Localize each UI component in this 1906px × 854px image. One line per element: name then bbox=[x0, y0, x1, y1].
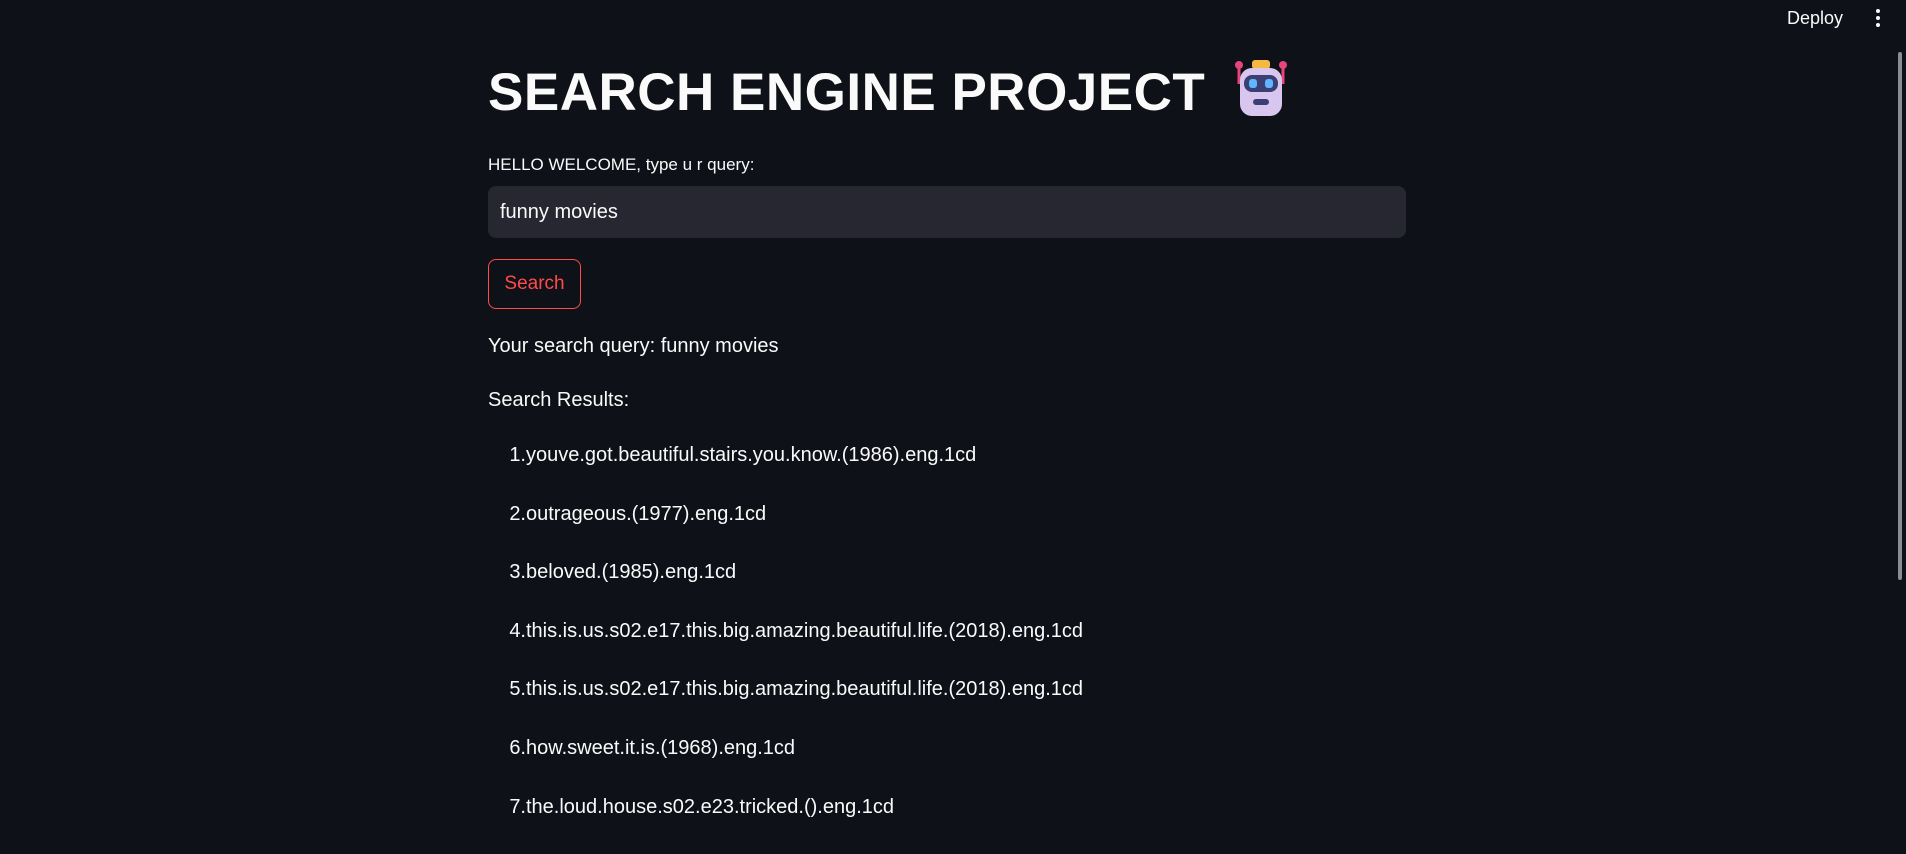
list-item-number: 6. bbox=[509, 736, 526, 759]
list-item-number: 5. bbox=[509, 678, 526, 701]
vertical-ellipsis-icon[interactable] bbox=[1866, 4, 1890, 32]
search-input[interactable] bbox=[488, 186, 1406, 238]
list-item-text: how.sweet.it.is.(1968).eng.1cd bbox=[526, 736, 796, 759]
list-item: 5. this.is.us.s02.e17.this.big.amazing.b… bbox=[488, 678, 1083, 737]
list-item-text: youve.got.beautiful.stairs.you.know.(198… bbox=[526, 444, 977, 466]
results-list: 1. youve.got.beautiful.stairs.you.know.(… bbox=[488, 444, 1083, 854]
list-item-number: 3. bbox=[509, 561, 526, 584]
robot-icon bbox=[1231, 58, 1291, 131]
list-item: 3. beloved.(1985).eng.1cd bbox=[488, 561, 1083, 620]
deploy-button[interactable]: Deploy bbox=[1774, 6, 1856, 30]
list-item-text: beloved.(1985).eng.1cd bbox=[526, 561, 737, 584]
list-item-text: outrageous.(1977).eng.1cd bbox=[526, 502, 767, 525]
list-item-number: 1. bbox=[509, 444, 526, 466]
list-item-number: 2. bbox=[509, 502, 526, 525]
search-button[interactable]: Search bbox=[488, 259, 581, 309]
list-item: 6. how.sweet.it.is.(1968).eng.1cd bbox=[488, 737, 1083, 796]
list-item: 1. youve.got.beautiful.stairs.you.know.(… bbox=[488, 444, 1083, 503]
query-input-label: HELLO WELCOME, type u r query: bbox=[488, 155, 755, 174]
list-item-text: this.is.us.s02.e17.this.big.amazing.beau… bbox=[526, 678, 1084, 701]
top-toolbar: Deploy bbox=[0, 0, 1906, 36]
list-item-number: 4. bbox=[509, 619, 526, 642]
page-title-text: SEARCH ENGINE PROJECT bbox=[488, 63, 1206, 122]
list-item: 2. outrageous.(1977).eng.1cd bbox=[488, 503, 1083, 562]
page-title: SEARCH ENGINE PROJECT bbox=[488, 58, 1406, 134]
scrollbar[interactable] bbox=[1898, 52, 1902, 580]
list-item: 4. this.is.us.s02.e17.this.big.amazing.b… bbox=[488, 620, 1083, 679]
query-echo-text: Your search query: funny movies bbox=[488, 335, 779, 357]
results-heading: Search Results: bbox=[488, 389, 630, 411]
list-item-text: this.is.us.s02.e17.this.big.amazing.beau… bbox=[526, 619, 1084, 642]
